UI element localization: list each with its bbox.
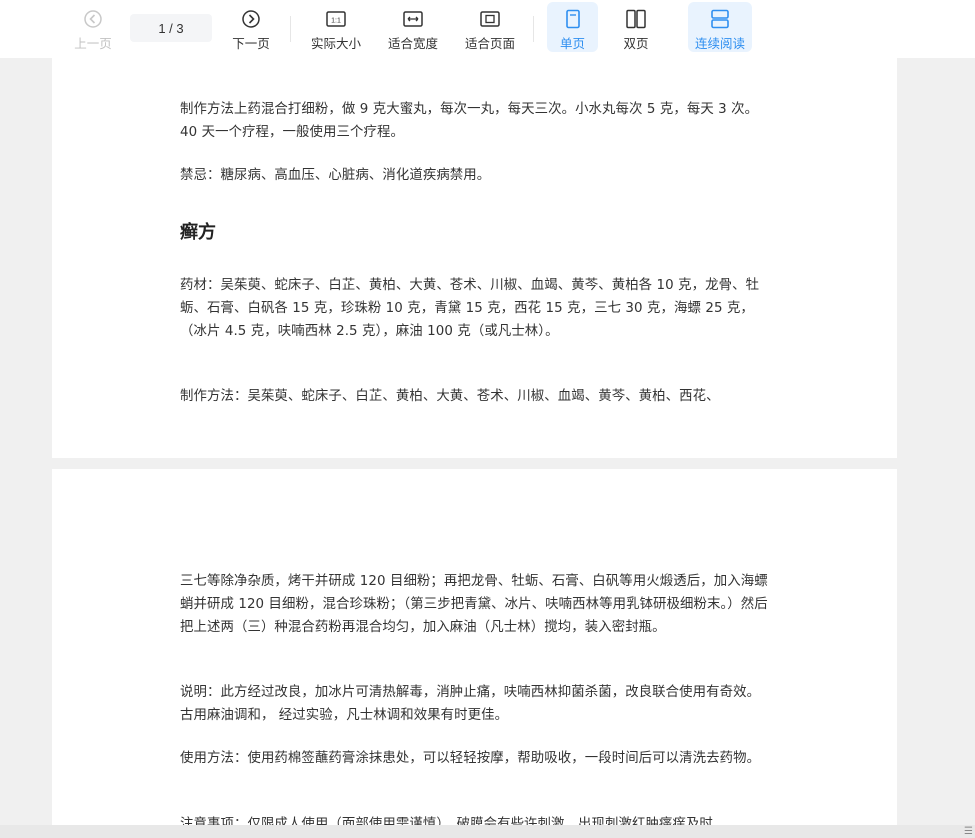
fit-width-button[interactable]: 适合宽度 (385, 0, 441, 58)
viewer-toolbar: 上一页 1 / 3 下一页 1:1 实际大小 适合宽度 适合页面 单页 双页 连… (0, 0, 975, 58)
next-page-button[interactable]: 下一页 (230, 0, 272, 58)
page1-paragraph-method: 制作方法上药混合打细粉，做 9 克大蜜丸，每次一丸，每天三次。小水丸每次 5 克… (180, 102, 759, 140)
page2-paragraph-usage: 使用方法：使用药棉签蘸药膏涂抹患处，可以轻轻按摩，帮助吸收，一段时间后可以清洗去… (180, 751, 761, 766)
page-indicator[interactable]: 1 / 3 (130, 14, 212, 42)
fit-page-icon (479, 8, 501, 30)
document-page-1: 制作方法上药混合打细粉，做 9 克大蜜丸，每次一丸，每天三次。小水丸每次 5 克… (52, 58, 897, 458)
continuous-read-label: 连续阅读 (694, 36, 745, 51)
continuous-read-icon (709, 8, 731, 30)
horizontal-scrollbar[interactable] (0, 825, 975, 838)
page2-paragraph-preparation-cont: 三七等除净杂质，烤干并研成 120 目细粉；再把龙骨、牡蛎、石膏、白矾等用火煅透… (180, 574, 768, 635)
prev-page-button[interactable]: 上一页 (72, 0, 114, 58)
double-page-button[interactable]: 双页 (614, 0, 658, 58)
single-page-icon (562, 8, 584, 30)
chevron-right-circle-icon (240, 8, 262, 30)
svg-text:1:1: 1:1 (331, 18, 341, 25)
double-page-label: 双页 (623, 36, 649, 51)
section-heading: 癣方 (180, 222, 216, 243)
page1-paragraph-preparation: 制作方法：吴茱萸、蛇床子、白芷、黄柏、大黄、苍术、川椒、血竭、黄芩、黄柏、西花、 (180, 389, 720, 404)
document-page-2: 三七等除净杂质，烤干并研成 120 目细粉；再把龙骨、牡蛎、石膏、白矾等用火煅透… (52, 469, 897, 838)
single-page-button[interactable]: 单页 (547, 2, 598, 52)
actual-size-icon: 1:1 (325, 8, 347, 30)
chevron-left-circle-icon (82, 8, 104, 30)
next-page-label: 下一页 (232, 36, 270, 51)
menu-icon[interactable]: ☰ (964, 826, 973, 837)
toolbar-divider (533, 16, 534, 42)
page1-paragraph-ingredients: 药材：吴茱萸、蛇床子、白芷、黄柏、大黄、苍术、川椒、血竭、黄芩、黄柏各 10 克… (180, 278, 760, 339)
fit-width-icon (402, 8, 424, 30)
page1-paragraph-taboo: 禁忌：糖尿病、高血压、心脏病、消化道疾病禁用。 (180, 168, 491, 183)
actual-size-label: 实际大小 (310, 36, 361, 51)
actual-size-button[interactable]: 1:1 实际大小 (308, 0, 364, 58)
fit-page-label: 适合页面 (464, 36, 515, 51)
prev-page-label: 上一页 (74, 36, 112, 51)
single-page-label: 单页 (559, 36, 585, 51)
page2-paragraph-note: 说明：此方经过改良，加冰片可清热解毒，消肿止痛，呋喃西林抑菌杀菌，改良联合使用有… (180, 685, 761, 723)
fit-width-label: 适合宽度 (387, 36, 438, 51)
toolbar-divider (290, 16, 291, 42)
fit-page-button[interactable]: 适合页面 (462, 0, 518, 58)
double-page-icon (625, 8, 647, 30)
continuous-read-button[interactable]: 连续阅读 (688, 2, 752, 52)
